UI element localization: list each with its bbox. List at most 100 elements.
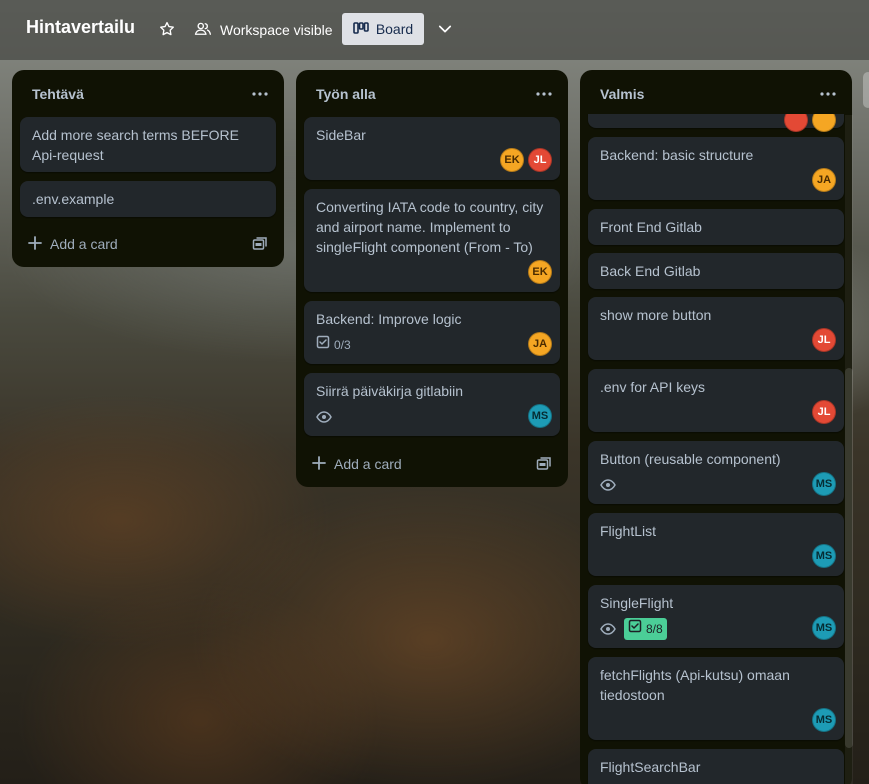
avatar[interactable] bbox=[784, 114, 808, 132]
list-title[interactable]: Työn alla bbox=[316, 86, 376, 102]
card-title: SingleFlight bbox=[600, 595, 674, 611]
card-title: Add more search terms BEFORE Api-request bbox=[32, 127, 239, 163]
card-members: JA bbox=[528, 332, 552, 356]
avatar[interactable]: EK bbox=[528, 260, 552, 284]
list-valmis: Valmis Backend: basic structure JA Front… bbox=[580, 70, 852, 784]
list-header: Valmis bbox=[580, 70, 852, 118]
card-title: FlightList bbox=[600, 523, 657, 539]
eye-icon bbox=[316, 411, 332, 423]
avatar[interactable]: MS bbox=[528, 404, 552, 428]
avatar[interactable] bbox=[812, 114, 836, 132]
more-options-icon[interactable] bbox=[248, 82, 272, 106]
card-title: Converting IATA code to country, city an… bbox=[316, 199, 544, 255]
card-members: MS bbox=[528, 404, 552, 428]
list-card[interactable]: Add more search terms BEFORE Api-request bbox=[20, 117, 276, 172]
list-card[interactable]: .env.example bbox=[20, 181, 276, 217]
avatar[interactable]: JA bbox=[812, 168, 836, 192]
card-title: Siirrä päiväkirja gitlabiin bbox=[316, 383, 464, 399]
avatar[interactable]: MS bbox=[812, 616, 836, 640]
list-card[interactable]: fetchFlights (Api-kutsu) omaan tiedostoo… bbox=[588, 657, 844, 740]
visibility-label: Workspace visible bbox=[220, 22, 333, 38]
avatar[interactable]: EK bbox=[500, 148, 524, 172]
list-card[interactable]: SideBar EK JL bbox=[304, 117, 560, 180]
checklist-badge: 8/8 bbox=[624, 618, 667, 640]
more-options-icon[interactable] bbox=[532, 82, 556, 106]
card-members: MS bbox=[812, 616, 836, 640]
card-badges: 0/3 bbox=[316, 334, 351, 356]
eye-icon bbox=[600, 623, 616, 635]
card-members: JA bbox=[812, 168, 836, 192]
list-cards-scroll[interactable]: Backend: basic structure JA Front End Gi… bbox=[580, 114, 852, 784]
checklist-count: 0/3 bbox=[334, 338, 351, 352]
add-card-label: Add a card bbox=[334, 456, 402, 472]
list-card[interactable]: Backend: basic structure JA bbox=[588, 137, 844, 200]
avatar[interactable]: MS bbox=[812, 472, 836, 496]
card-title: Front End Gitlab bbox=[600, 219, 702, 235]
card-title: .env for API keys bbox=[600, 379, 706, 395]
card-members: MS bbox=[812, 472, 836, 496]
avatar[interactable]: MS bbox=[812, 708, 836, 732]
card-title: fetchFlights (Api-kutsu) omaan tiedostoo… bbox=[600, 667, 790, 703]
card-title: Backend: basic structure bbox=[600, 147, 754, 163]
list-card[interactable]: Converting IATA code to country, city an… bbox=[304, 189, 560, 292]
checklist-count: 8/8 bbox=[646, 622, 663, 636]
avatar[interactable]: MS bbox=[812, 544, 836, 568]
card-title: FlightSearchBar bbox=[600, 759, 701, 775]
card-title: .env.example bbox=[32, 191, 115, 207]
list-scrollbar-thumb[interactable] bbox=[845, 368, 853, 748]
card-title: Backend: Improve logic bbox=[316, 311, 462, 327]
list-tehtava: Tehtävä Add more search terms BEFORE Api… bbox=[12, 70, 284, 267]
board-view-label: Board bbox=[375, 21, 414, 37]
card-template-icon[interactable] bbox=[252, 236, 268, 255]
list-header: Työn alla bbox=[296, 70, 568, 118]
list-title[interactable]: Tehtävä bbox=[32, 86, 84, 102]
card-title: Button (reusable component) bbox=[600, 451, 781, 467]
star-icon[interactable] bbox=[158, 20, 176, 38]
list-card[interactable]: Button (reusable component) MS bbox=[588, 441, 844, 504]
board-icon bbox=[353, 21, 369, 37]
list-card[interactable]: Siirrä päiväkirja gitlabiin MS bbox=[304, 373, 560, 436]
visibility-button[interactable]: Workspace visible bbox=[194, 18, 333, 42]
plus-icon bbox=[28, 235, 42, 253]
card-members: JL bbox=[812, 400, 836, 424]
add-card-label: Add a card bbox=[50, 236, 118, 252]
next-list-stub bbox=[863, 72, 869, 108]
card-members bbox=[784, 114, 836, 132]
card-badges bbox=[316, 406, 332, 428]
board-view-button[interactable]: Board bbox=[342, 13, 424, 45]
avatar[interactable]: JL bbox=[812, 328, 836, 352]
people-icon bbox=[194, 21, 212, 40]
card-members: MS bbox=[812, 544, 836, 568]
more-options-icon[interactable] bbox=[816, 82, 840, 106]
card-badges bbox=[600, 474, 616, 496]
list-card[interactable]: Backend: Improve logic 0/3 JA bbox=[304, 301, 560, 364]
card-title: Back End Gitlab bbox=[600, 263, 701, 279]
avatar[interactable]: JA bbox=[528, 332, 552, 356]
list-card[interactable] bbox=[588, 114, 844, 132]
eye-icon bbox=[600, 479, 616, 491]
card-members: EK bbox=[528, 260, 552, 284]
card-members: EK JL bbox=[500, 148, 552, 172]
card-title: show more button bbox=[600, 307, 712, 323]
list-card[interactable]: .env for API keys JL bbox=[588, 369, 844, 432]
list-card[interactable]: SingleFlight 8/8 MS bbox=[588, 585, 844, 648]
checklist-icon bbox=[628, 619, 642, 639]
board-title[interactable]: Hintavertailu bbox=[26, 17, 135, 38]
list-tyon-alla: Työn alla SideBar EK JL Converting IATA … bbox=[296, 70, 568, 487]
avatar[interactable]: JL bbox=[528, 148, 552, 172]
card-template-icon[interactable] bbox=[536, 456, 552, 475]
board-header: Hintavertailu Workspace visible Board bbox=[0, 0, 869, 60]
avatar[interactable]: JL bbox=[812, 400, 836, 424]
list-card[interactable]: show more button JL bbox=[588, 297, 844, 360]
list-card[interactable]: FlightList MS bbox=[588, 513, 844, 576]
add-card-button[interactable]: Add a card bbox=[20, 228, 276, 260]
card-title: SideBar bbox=[316, 127, 366, 143]
list-card[interactable]: FlightSearchBar bbox=[588, 749, 844, 784]
checklist-badge: 0/3 bbox=[316, 335, 351, 355]
add-card-button[interactable]: Add a card bbox=[304, 448, 560, 480]
list-card[interactable]: Front End Gitlab bbox=[588, 209, 844, 245]
chevron-down-icon[interactable] bbox=[436, 20, 454, 38]
list-header: Tehtävä bbox=[12, 70, 284, 118]
list-title[interactable]: Valmis bbox=[600, 86, 644, 102]
list-card[interactable]: Back End Gitlab bbox=[588, 253, 844, 289]
